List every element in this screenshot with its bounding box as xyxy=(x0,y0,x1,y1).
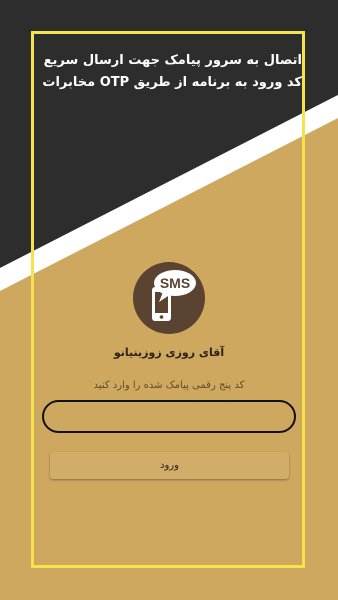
sms-logo-text: SMS xyxy=(160,275,190,291)
sms-phone-icon: SMS xyxy=(133,262,205,334)
user-name: آقای روزی زوزینیانو xyxy=(113,346,225,359)
header-message: اتصال به سرور پیامک جهت ارسال سریع کد ور… xyxy=(42,53,302,90)
verification-code-input[interactable] xyxy=(42,400,296,433)
code-instruction: کد پنج رقمی پیامک شده را وارد کنید xyxy=(93,380,245,391)
login-button[interactable]: ورود xyxy=(50,452,289,479)
